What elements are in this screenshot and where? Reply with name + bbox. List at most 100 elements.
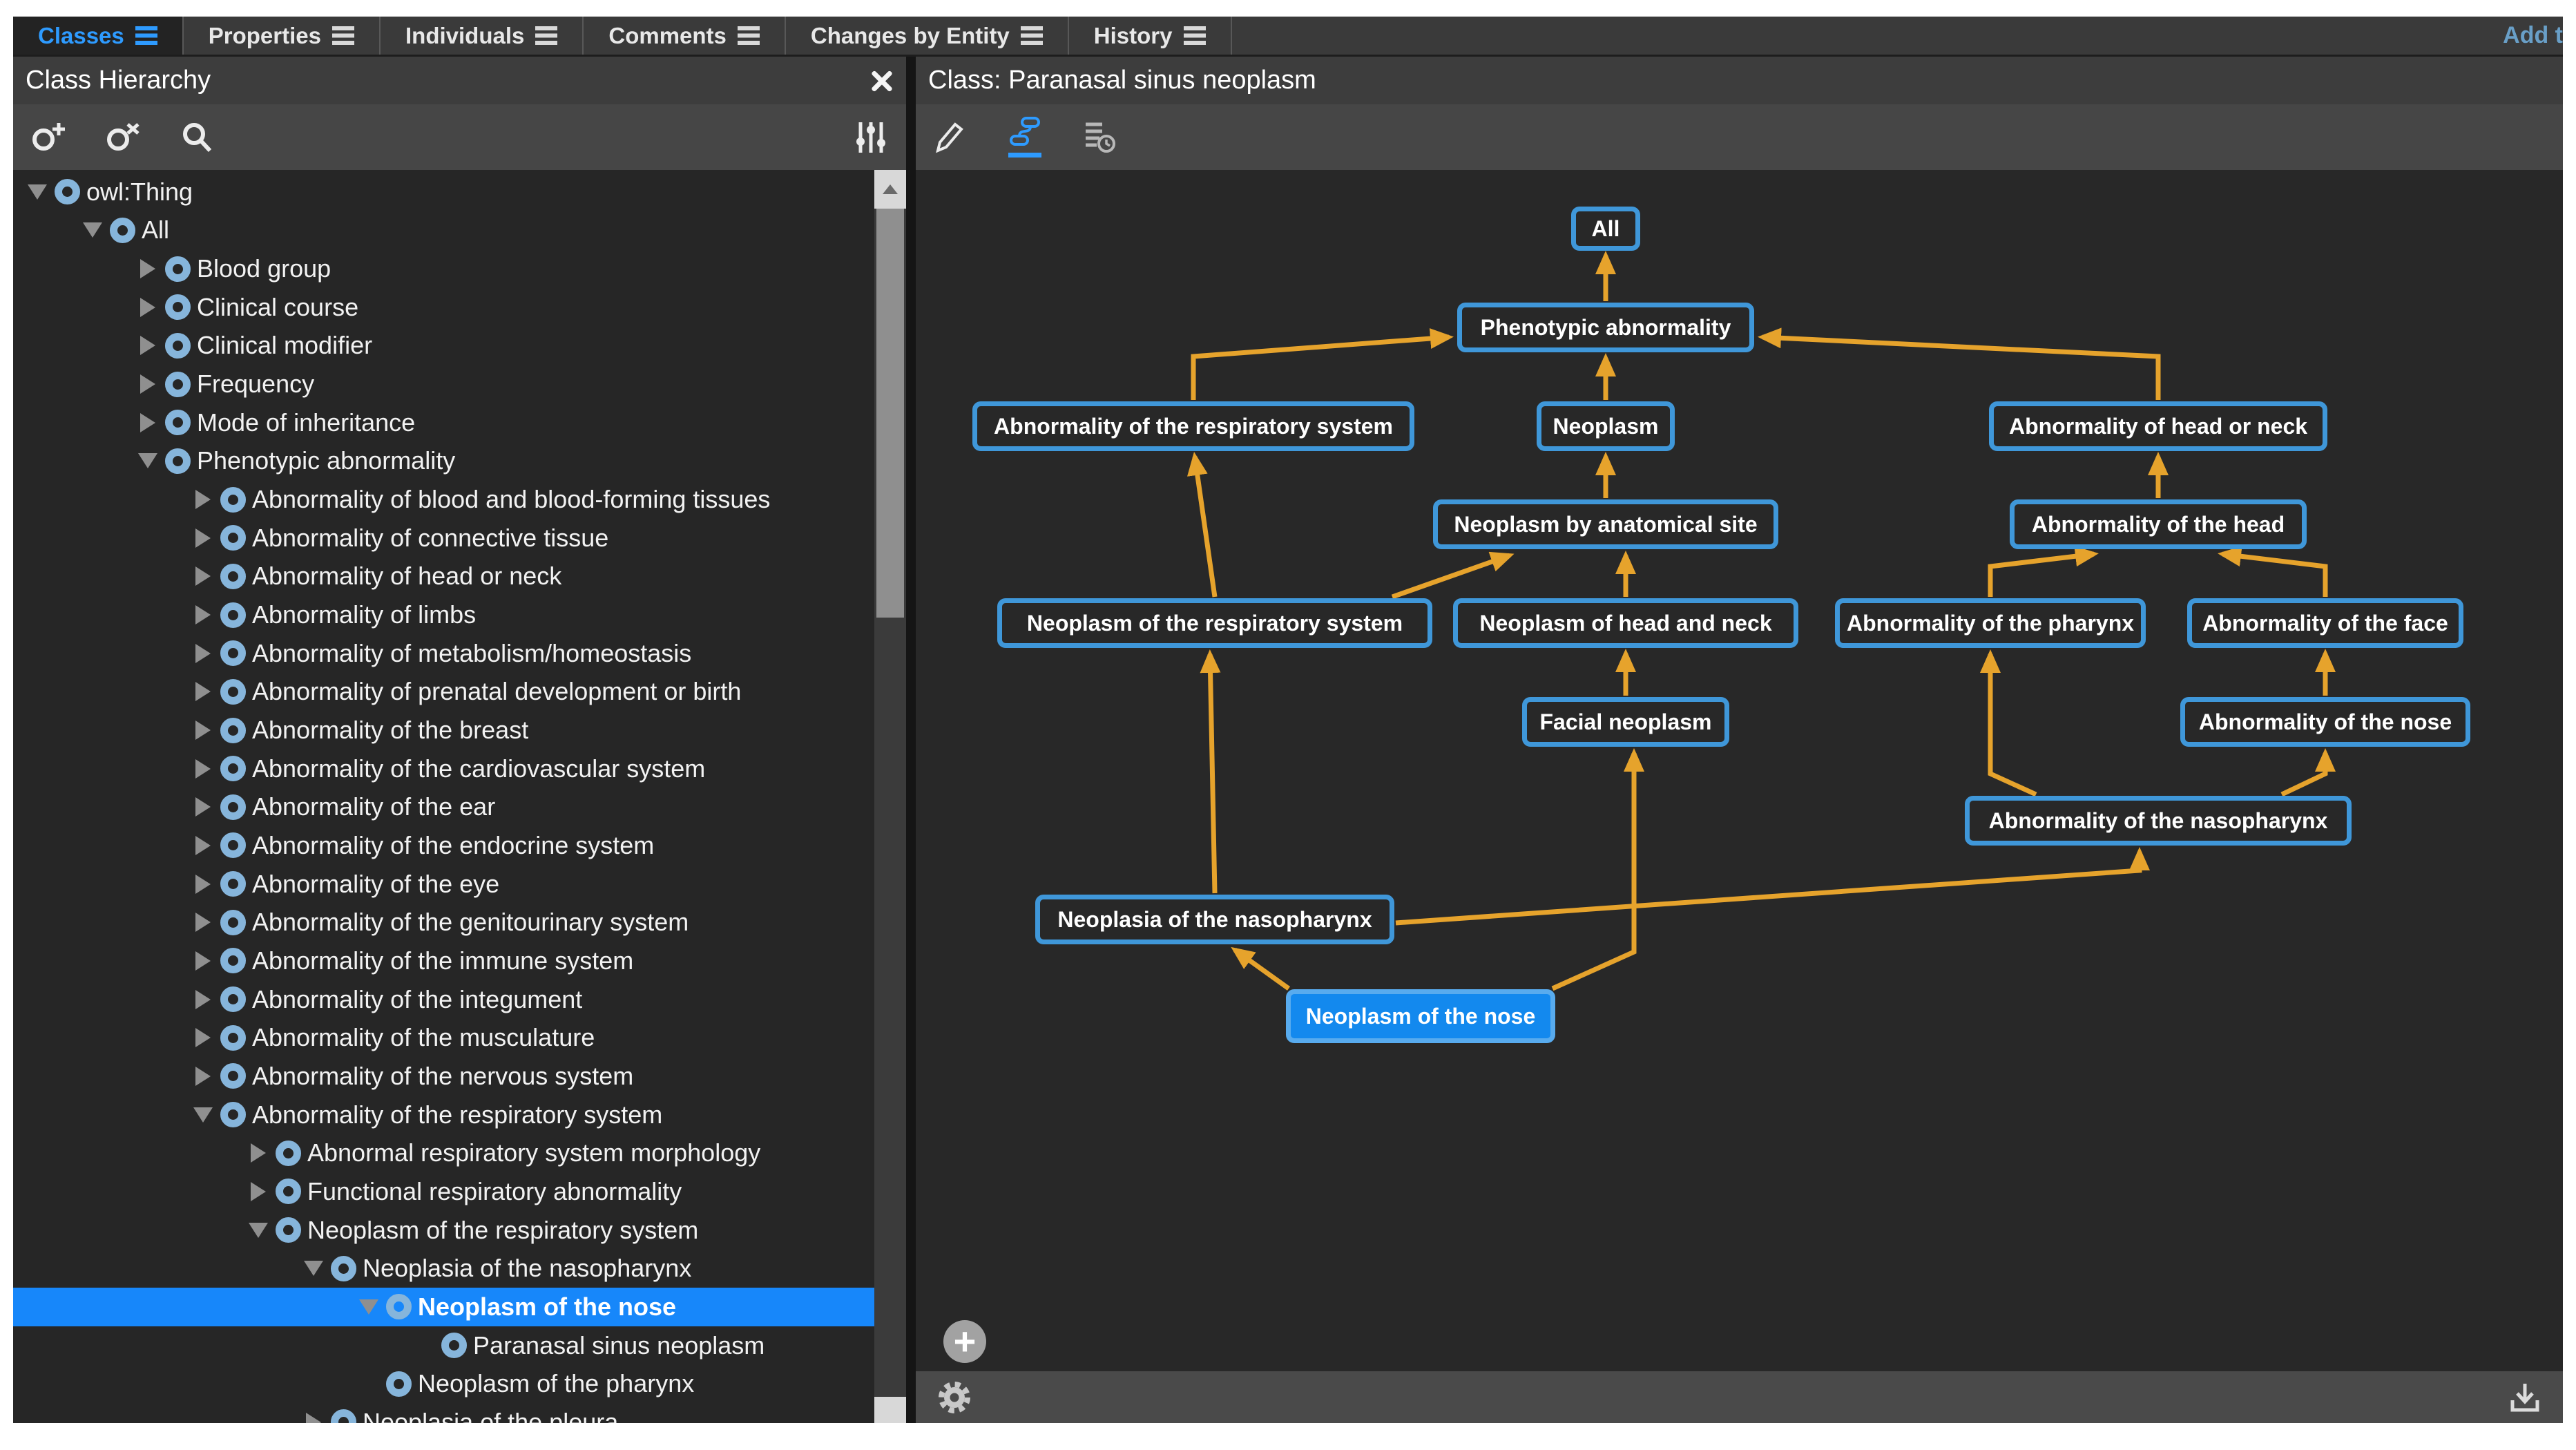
panel-divider[interactable] <box>906 57 916 1423</box>
tree-row[interactable]: Abnormality of the integument <box>13 980 906 1019</box>
collapse-arrow-icon[interactable] <box>20 184 55 200</box>
delete-class-icon[interactable] <box>106 120 143 155</box>
graph-node-neo-resp-sys[interactable]: Neoplasm of the respiratory system <box>997 598 1432 648</box>
expand-arrow-icon[interactable] <box>186 528 220 548</box>
tree-row[interactable]: Frequency <box>13 365 906 403</box>
download-icon[interactable] <box>2508 1381 2542 1414</box>
graph-node-abn-nasopharynx[interactable]: Abnormality of the nasopharynx <box>1965 796 2352 846</box>
tree-row[interactable]: Mode of inheritance <box>13 403 906 442</box>
graph-node-neo-head-and-neck[interactable]: Neoplasm of head and neck <box>1453 598 1798 648</box>
expand-arrow-icon[interactable] <box>131 336 165 355</box>
tree-row[interactable]: Abnormality of the cardiovascular system <box>13 750 906 788</box>
expand-arrow-icon[interactable] <box>186 490 220 509</box>
expand-arrow-icon[interactable] <box>186 797 220 817</box>
expand-arrow-icon[interactable] <box>186 1067 220 1086</box>
tab-menu-icon[interactable] <box>135 26 157 45</box>
graph-node-abn-pharynx[interactable]: Abnormality of the pharynx <box>1835 598 2146 648</box>
graph-node-abn-head-neck[interactable]: Abnormality of head or neck <box>1989 401 2327 451</box>
close-icon[interactable] <box>870 69 894 93</box>
expand-arrow-icon[interactable] <box>186 605 220 624</box>
graph-node-facial-neo[interactable]: Facial neoplasm <box>1522 697 1729 747</box>
graph-node-abn-head[interactable]: Abnormality of the head <box>2010 499 2307 549</box>
tab-classes[interactable]: Classes <box>13 17 184 55</box>
tree-row[interactable]: Functional respiratory abnormality <box>13 1172 906 1211</box>
expand-arrow-icon[interactable] <box>131 259 165 278</box>
tree-row[interactable]: Abnormality of head or neck <box>13 557 906 596</box>
tree-row[interactable]: Clinical course <box>13 288 906 327</box>
tree-row[interactable]: Neoplasm of the nose <box>13 1288 906 1326</box>
tree-row[interactable]: Neoplasia of the nasopharynx <box>13 1249 906 1288</box>
expand-arrow-icon[interactable] <box>241 1143 276 1163</box>
collapse-arrow-icon[interactable] <box>352 1299 386 1315</box>
graph-node-neoplasia-nasopharynx[interactable]: Neoplasia of the nasopharynx <box>1035 895 1394 944</box>
tree-row[interactable]: Blood group <box>13 249 906 288</box>
add-node-button[interactable]: + <box>943 1320 986 1363</box>
filter-icon[interactable] <box>854 121 888 154</box>
add-tab-link[interactable]: Add t <box>2503 17 2563 55</box>
expand-arrow-icon[interactable] <box>186 913 220 932</box>
expand-arrow-icon[interactable] <box>186 682 220 701</box>
edit-pencil-icon[interactable] <box>934 120 967 155</box>
tree-scrollbar[interactable] <box>874 170 906 1423</box>
tab-changes-by-entity[interactable]: Changes by Entity <box>786 17 1069 55</box>
collapse-arrow-icon[interactable] <box>131 453 165 468</box>
graph-node-abn-face[interactable]: Abnormality of the face <box>2187 598 2463 648</box>
tab-comments[interactable]: Comments <box>584 17 786 55</box>
tree-row[interactable]: Paranasal sinus neoplasm <box>13 1326 906 1365</box>
collapse-arrow-icon[interactable] <box>296 1261 331 1276</box>
tab-history[interactable]: History <box>1069 17 1232 55</box>
expand-arrow-icon[interactable] <box>186 951 220 971</box>
tree-row[interactable]: Neoplasia of the pleura <box>13 1403 906 1423</box>
tree-row[interactable]: Abnormality of the breast <box>13 711 906 750</box>
collapse-arrow-icon[interactable] <box>75 222 110 238</box>
collapse-arrow-icon[interactable] <box>241 1223 276 1238</box>
tree-row[interactable]: Abnormality of the endocrine system <box>13 826 906 865</box>
tree-row[interactable]: Abnormality of prenatal development or b… <box>13 673 906 712</box>
expand-arrow-icon[interactable] <box>186 644 220 663</box>
expand-arrow-icon[interactable] <box>186 721 220 740</box>
expand-arrow-icon[interactable] <box>186 759 220 779</box>
graph-node-all[interactable]: All <box>1571 207 1640 251</box>
tab-menu-icon[interactable] <box>738 26 760 45</box>
tab-properties[interactable]: Properties <box>184 17 381 55</box>
tab-individuals[interactable]: Individuals <box>381 17 584 55</box>
graph-node-phenotypic[interactable]: Phenotypic abnormality <box>1457 303 1754 352</box>
expand-arrow-icon[interactable] <box>131 374 165 394</box>
collapse-arrow-icon[interactable] <box>186 1107 220 1123</box>
graph-node-neoplasm[interactable]: Neoplasm <box>1537 401 1675 451</box>
tree-row[interactable]: Abnormality of the genitourinary system <box>13 903 906 942</box>
scrollbar-down-button[interactable] <box>874 1397 906 1423</box>
tree-row[interactable]: Abnormality of the musculature <box>13 1018 906 1057</box>
search-icon[interactable] <box>180 120 215 155</box>
tab-menu-icon[interactable] <box>535 26 557 45</box>
expand-arrow-icon[interactable] <box>241 1182 276 1201</box>
graph-node-abn-resp-sys[interactable]: Abnormality of the respiratory system <box>972 401 1414 451</box>
tree-row[interactable]: Abnormality of blood and blood-forming t… <box>13 480 906 519</box>
gear-icon[interactable] <box>936 1380 972 1415</box>
expand-arrow-icon[interactable] <box>186 836 220 855</box>
scrollbar-thumb[interactable] <box>876 209 904 618</box>
tree-row[interactable]: Abnormality of the immune system <box>13 942 906 980</box>
tree-row[interactable]: Clinical modifier <box>13 327 906 365</box>
expand-arrow-icon[interactable] <box>186 1028 220 1047</box>
tree-row[interactable]: Abnormality of the eye <box>13 865 906 904</box>
graph-view-icon[interactable] <box>1008 117 1041 158</box>
tree-row[interactable]: Abnormality of the ear <box>13 788 906 827</box>
tree-row[interactable]: Neoplasm of the respiratory system <box>13 1211 906 1250</box>
tab-menu-icon[interactable] <box>1021 26 1043 45</box>
tree-row[interactable]: Abnormal respiratory system morphology <box>13 1134 906 1172</box>
changes-list-icon[interactable] <box>1083 120 1117 155</box>
tree-row[interactable]: Abnormality of the respiratory system <box>13 1096 906 1134</box>
graph-node-abn-nose[interactable]: Abnormality of the nose <box>2180 697 2470 747</box>
tree-row[interactable]: Neoplasm of the pharynx <box>13 1364 906 1403</box>
tree-row[interactable]: owl:Thing <box>13 173 880 211</box>
tree-row[interactable]: Abnormality of limbs <box>13 595 906 634</box>
tab-menu-icon[interactable] <box>1184 26 1206 45</box>
graph-node-neo-anat-site[interactable]: Neoplasm by anatomical site <box>1433 499 1778 549</box>
expand-arrow-icon[interactable] <box>131 413 165 432</box>
tree-row[interactable]: Phenotypic abnormality <box>13 442 906 481</box>
graph-node-neo-nose[interactable]: Neoplasm of the nose <box>1286 989 1555 1043</box>
expand-arrow-icon[interactable] <box>131 298 165 317</box>
expand-arrow-icon[interactable] <box>296 1413 331 1423</box>
tree-row[interactable]: Abnormality of metabolism/homeostasis <box>13 634 906 673</box>
